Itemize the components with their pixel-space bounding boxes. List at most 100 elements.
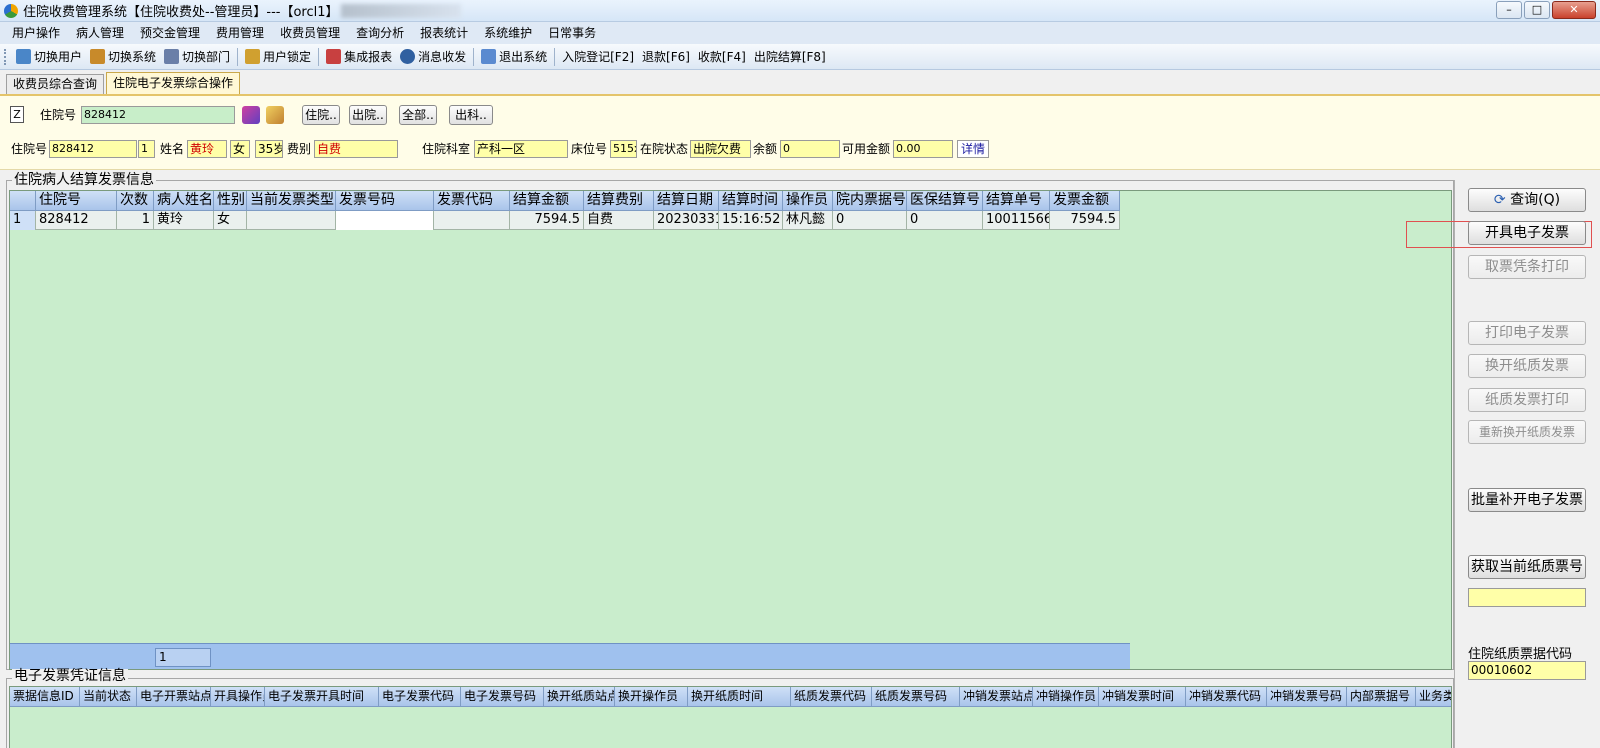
voucher-print-button[interactable]: 取票凭条打印: [1468, 255, 1586, 279]
menu-fee[interactable]: 费用管理: [208, 22, 272, 44]
column-header[interactable]: 纸质发票代码: [791, 687, 872, 707]
column-header[interactable]: 冲销发票站点: [960, 687, 1033, 707]
menu-query[interactable]: 查询分析: [348, 22, 412, 44]
menu-system[interactable]: 系统维护: [476, 22, 540, 44]
print-e-invoice-button[interactable]: 打印电子发票: [1468, 321, 1586, 345]
minimize-button[interactable]: –: [1496, 1, 1522, 19]
menu-prepay[interactable]: 预交金管理: [132, 22, 208, 44]
column-header[interactable]: 结算费别: [584, 191, 654, 211]
column-header[interactable]: 次数: [117, 191, 154, 211]
column-header[interactable]: 当前发票类型: [247, 191, 336, 211]
menu-daily[interactable]: 日常事务: [540, 22, 604, 44]
admission-button[interactable]: 入院登记[F2]: [558, 46, 638, 68]
messages-button[interactable]: 消息收发: [396, 46, 470, 68]
collect-button[interactable]: 收款[F4]: [694, 46, 750, 68]
detail-link[interactable]: 详情: [957, 140, 990, 158]
column-header[interactable]: 业务类: [1416, 687, 1451, 707]
column-header[interactable]: 换开纸质时间: [688, 687, 791, 707]
settle-invoice-grid[interactable]: 住院号 次数 病人姓名 性别 当前发票类型 发票号码 发票代码 结算金额 结算费…: [9, 190, 1452, 670]
column-header[interactable]: 电子发票号码: [461, 687, 544, 707]
get-paper-no-button[interactable]: 获取当前纸质票号: [1468, 555, 1586, 579]
cell-invoice-amount: 7594.5: [1050, 211, 1120, 230]
column-header[interactable]: 结算日期: [654, 191, 719, 211]
column-header[interactable]: 住院号: [36, 191, 117, 211]
column-header[interactable]: 结算金额: [510, 191, 584, 211]
paper-code-field[interactable]: 00010602: [1468, 661, 1586, 680]
batch-issue-button[interactable]: 批量补开电子发票: [1468, 488, 1586, 512]
column-header[interactable]: 发票代码: [434, 191, 510, 211]
menu-report[interactable]: 报表统计: [412, 22, 476, 44]
out-dept-button[interactable]: 出科..: [449, 105, 493, 125]
column-header[interactable]: 结算单号: [983, 191, 1050, 211]
cell-hosp-no: 828412: [36, 211, 117, 230]
integrated-report-button[interactable]: 集成报表: [322, 46, 396, 68]
paper-no-field[interactable]: [1468, 588, 1586, 607]
column-header[interactable]: 操作员: [783, 191, 833, 211]
cell-name: 黄玲: [154, 211, 214, 230]
exit-system-label: 退出系统: [499, 50, 548, 64]
column-header[interactable]: 性别: [214, 191, 247, 211]
menu-cashier[interactable]: 收费员管理: [272, 22, 348, 44]
menu-user-ops[interactable]: 用户操作: [4, 22, 68, 44]
cell-internal-no: 0: [833, 211, 907, 230]
switch-system-button[interactable]: 切换系统: [86, 46, 160, 68]
search-tool-icon[interactable]: [266, 106, 284, 124]
column-header[interactable]: 冲销发票时间: [1099, 687, 1186, 707]
dept-field: 产科一区: [474, 140, 568, 158]
table-row[interactable]: 1 828412 1 黄玲 女 7594.5 自费 20230331 15:16…: [10, 211, 1120, 230]
column-header[interactable]: 冲销发票代码: [1186, 687, 1267, 707]
column-header[interactable]: 内部票据号: [1347, 687, 1416, 707]
discharged-button[interactable]: 出院..: [349, 105, 387, 125]
card-reader-icon[interactable]: [242, 106, 260, 124]
swap-paper-invoice-button[interactable]: 换开纸质发票: [1468, 354, 1586, 378]
menu-patient[interactable]: 病人管理: [68, 22, 132, 44]
in-hospital-button[interactable]: 住院..: [302, 105, 340, 125]
column-header[interactable]: 结算时间: [719, 191, 783, 211]
e-invoice-grid[interactable]: 票据信息ID 当前状态 电子开票站点 开具操作员 电子发票开具时间 电子发票代码…: [9, 686, 1452, 748]
column-header[interactable]: 开具操作员: [211, 687, 265, 707]
close-button[interactable]: ✕: [1552, 1, 1596, 19]
switch-system-label: 切换系统: [108, 50, 157, 64]
column-header[interactable]: 换开纸质站点: [544, 687, 615, 707]
user-lock-icon: [245, 49, 261, 64]
avail-field: 0.00: [893, 140, 953, 158]
cell-invoice-no[interactable]: [336, 211, 434, 230]
query-button[interactable]: ⟳ 查询(Q): [1468, 188, 1586, 212]
exit-system-button[interactable]: 退出系统: [477, 46, 551, 68]
bed-field: 515x: [610, 140, 637, 158]
column-header[interactable]: 电子发票开具时间: [265, 687, 379, 707]
user-lock-button[interactable]: 用户锁定: [241, 46, 315, 68]
issue-e-invoice-button[interactable]: 开具电子发票: [1468, 221, 1586, 245]
tab-cashier-query[interactable]: 收费员综合查询: [6, 74, 105, 94]
column-header[interactable]: 医保结算号: [907, 191, 983, 211]
z-checkbox[interactable]: Z: [10, 106, 24, 123]
column-header[interactable]: 当前状态: [80, 687, 137, 707]
column-header[interactable]: 发票号码: [336, 191, 434, 211]
all-button[interactable]: 全部..: [399, 105, 437, 125]
maximize-button[interactable]: □: [1524, 1, 1550, 19]
column-header[interactable]: 冲销操作员: [1033, 687, 1099, 707]
discharge-settle-button[interactable]: 出院结算[F8]: [750, 46, 830, 68]
column-header[interactable]: 票据信息ID: [10, 687, 80, 707]
switch-dept-button[interactable]: 切换部门: [160, 46, 234, 68]
search-hosp-no-label: 住院号: [40, 108, 77, 122]
column-header[interactable]: 病人姓名: [154, 191, 214, 211]
column-header[interactable]: 发票金额: [1050, 191, 1120, 211]
column-header[interactable]: 纸质发票号码: [872, 687, 960, 707]
toolbar-grip[interactable]: [4, 48, 8, 65]
tab-e-invoice-ops[interactable]: 住院电子发票综合操作: [106, 72, 241, 94]
switch-dept-label: 切换部门: [182, 50, 231, 64]
age-field: 35岁: [255, 140, 283, 158]
column-header[interactable]: 电子发票代码: [379, 687, 461, 707]
paper-invoice-print-button[interactable]: 纸质发票打印: [1468, 388, 1586, 412]
column-header[interactable]: 电子开票站点: [137, 687, 211, 707]
cell-invoice-code: [434, 211, 510, 230]
switch-user-button[interactable]: 切换用户: [12, 46, 86, 68]
column-header[interactable]: 冲销发票号码: [1267, 687, 1347, 707]
re-swap-paper-button[interactable]: 重新换开纸质发票: [1468, 420, 1586, 444]
column-header[interactable]: 换开操作员: [615, 687, 688, 707]
cell-operator: 林凡懿: [783, 211, 833, 230]
search-hosp-no-input[interactable]: 828412: [81, 106, 235, 124]
refund-button[interactable]: 退款[F6]: [638, 46, 694, 68]
column-header[interactable]: 院内票据号: [833, 191, 907, 211]
